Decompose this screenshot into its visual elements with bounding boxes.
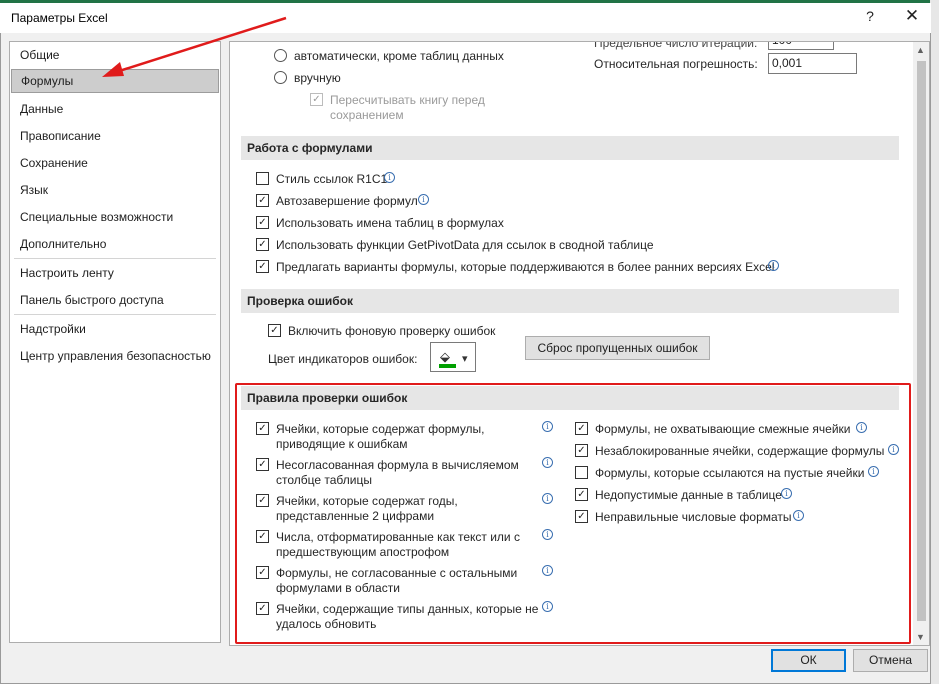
recalc-before-save-checkbox[interactable]: ✓: [310, 93, 323, 106]
scroll-up-icon[interactable]: ▲: [916, 45, 925, 55]
ok-button[interactable]: ОК: [771, 649, 846, 672]
sidebar-item-save[interactable]: Сохранение: [11, 151, 219, 175]
sidebar-item-accessibility[interactable]: Специальные возможности: [11, 205, 219, 229]
sidebar-divider: [14, 314, 216, 315]
close-button[interactable]: ✕: [900, 6, 924, 28]
sidebar-item-advanced[interactable]: Дополнительно: [11, 232, 219, 256]
highlight-frame: [235, 383, 911, 644]
info-icon[interactable]: i: [384, 172, 395, 183]
max-iterations-input[interactable]: 100: [768, 42, 834, 50]
sidebar-item-quick-access[interactable]: Панель быстрого доступа: [11, 288, 219, 312]
suggest-formulas-checkbox[interactable]: ✓: [256, 260, 269, 273]
section-header-error-checking: Проверка ошибок: [241, 289, 899, 313]
reset-ignored-errors-button[interactable]: Сброс пропущенных ошибок: [525, 336, 710, 360]
chevron-down-icon: ▾: [462, 353, 468, 365]
autocomplete-checkbox[interactable]: ✓: [256, 194, 269, 207]
red-arrow-annotation: [102, 16, 287, 77]
info-icon[interactable]: i: [418, 194, 429, 205]
table-names-checkbox[interactable]: ✓: [256, 216, 269, 229]
scrollbar-thumb[interactable]: [917, 61, 926, 621]
table-names-label: Использовать имена таблиц в формулах: [276, 216, 504, 230]
sidebar-item-trust-center[interactable]: Центр управления безопасностью: [11, 344, 219, 368]
sidebar-item-addins[interactable]: Надстройки: [11, 317, 219, 341]
category-sidebar: Общие Формулы Данные Правописание Сохран…: [9, 41, 221, 643]
autocomplete-label: Автозавершение формул: [276, 194, 418, 208]
sidebar-item-customize-ribbon[interactable]: Настроить ленту: [11, 261, 219, 285]
radio-manual-label: вручную: [294, 71, 341, 85]
getpivotdata-label: Использовать функции GetPivotData для сс…: [276, 238, 654, 252]
recalc-before-save-label-line1: Пересчитывать книгу перед: [330, 93, 485, 107]
relative-error-label: Относительная погрешность:: [594, 57, 758, 71]
indicator-color-label: Цвет индикаторов ошибок:: [268, 352, 418, 366]
background-app-edge: [930, 0, 939, 684]
sidebar-item-data[interactable]: Данные: [11, 97, 219, 121]
background-error-check-label: Включить фоновую проверку ошибок: [288, 324, 496, 338]
info-icon[interactable]: i: [768, 260, 779, 271]
help-button[interactable]: ?: [858, 8, 882, 28]
color-swatch: [439, 364, 456, 368]
section-header-formulas: Работа с формулами: [241, 136, 899, 160]
recalc-before-save-label-line2: сохранением: [330, 108, 404, 122]
sidebar-item-language[interactable]: Язык: [11, 178, 219, 202]
relative-error-input[interactable]: 0,001: [768, 53, 857, 74]
sidebar-divider: [14, 258, 216, 259]
suggest-formulas-label: Предлагать варианты формулы, которые под…: [276, 260, 775, 274]
r1c1-label: Стиль ссылок R1C1: [276, 172, 388, 186]
r1c1-checkbox[interactable]: [256, 172, 269, 185]
indicator-color-picker[interactable]: ⬙ ▾: [430, 342, 476, 372]
background-error-check-checkbox[interactable]: ✓: [268, 324, 281, 337]
scroll-down-icon[interactable]: ▼: [916, 632, 925, 642]
radio-auto-except-tables-label: автоматически, кроме таблиц данных: [294, 49, 504, 63]
getpivotdata-checkbox[interactable]: ✓: [256, 238, 269, 251]
max-iterations-label: Предельное число итераций:: [594, 41, 758, 50]
sidebar-item-proofing[interactable]: Правописание: [11, 124, 219, 148]
cancel-button[interactable]: Отмена: [853, 649, 928, 672]
